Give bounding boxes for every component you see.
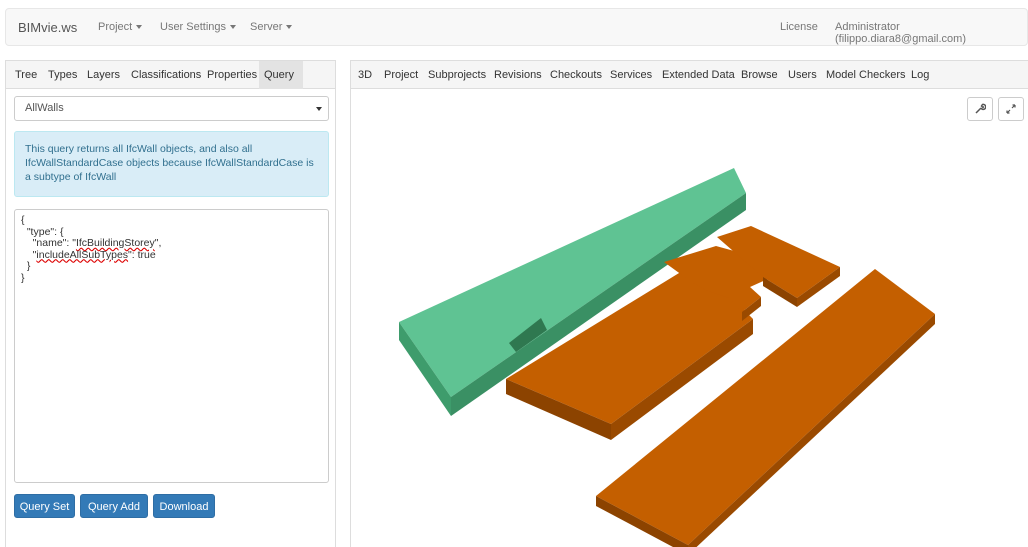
editor-line: "type": {	[21, 225, 64, 238]
caret-down-icon	[230, 25, 237, 30]
query-set-button[interactable]: Query Set	[14, 494, 75, 518]
brand-logo[interactable]: BIMvie.ws	[18, 20, 77, 35]
tab-query[interactable]: Query	[259, 61, 303, 89]
menu-user-settings[interactable]: User Settings	[160, 21, 237, 33]
tab-classifications[interactable]: Classifications	[126, 61, 206, 89]
editor-text: ",	[154, 237, 162, 249]
caret-down-icon	[316, 107, 322, 111]
left-panel: Tree Types Layers Classifications Proper…	[5, 60, 336, 547]
right-panel: 3D Project Subprojects Revisions Checkou…	[350, 60, 1028, 547]
editor-text: ": true	[128, 248, 156, 261]
tab-layers[interactable]: Layers	[82, 61, 125, 89]
tab-extended-data[interactable]: Extended Data	[662, 61, 735, 89]
user-menu[interactable]: Administrator (filippo.diara8@gmail.com)	[835, 21, 1027, 45]
query-add-button[interactable]: Query Add	[80, 494, 148, 518]
license-link[interactable]: License	[780, 21, 818, 33]
query-select-value: AllWalls	[25, 102, 64, 114]
tab-browse[interactable]: Browse	[741, 61, 778, 89]
download-button[interactable]: Download	[153, 494, 215, 518]
menu-project-label: Project	[98, 21, 133, 33]
query-description: This query returns all IfcWall objects, …	[14, 131, 329, 197]
editor-text: "	[21, 248, 37, 261]
menu-project[interactable]: Project	[98, 21, 143, 33]
tab-tree[interactable]: Tree	[10, 61, 42, 89]
editor-line: }	[21, 271, 25, 284]
editor-text: "name": "	[21, 237, 76, 249]
editor-line: }	[21, 260, 31, 272]
tab-subprojects[interactable]: Subprojects	[428, 61, 486, 89]
expand-icon[interactable]	[998, 97, 1024, 121]
query-editor[interactable]: { "type": { "name": "IfcBuildingStorey",…	[14, 209, 329, 483]
3d-viewport[interactable]	[351, 90, 1028, 547]
tab-project[interactable]: Project	[384, 61, 418, 89]
top-navbar: BIMvie.ws Project User Settings Server L…	[5, 8, 1028, 46]
left-tabbar: Tree Types Layers Classifications Proper…	[6, 61, 335, 89]
editor-spellcheck-word: IfcBuildingStorey	[75, 237, 155, 249]
editor-spellcheck-word: includeAllSubTypes	[36, 248, 129, 261]
editor-line: {	[21, 214, 25, 226]
menu-server[interactable]: Server	[250, 21, 293, 33]
caret-down-icon	[136, 25, 143, 30]
menu-server-label: Server	[250, 21, 283, 33]
tab-3d[interactable]: 3D	[358, 61, 372, 89]
tab-checkouts[interactable]: Checkouts	[550, 61, 602, 89]
expand-icon-glyph	[1006, 104, 1016, 114]
tab-log[interactable]: Log	[911, 61, 929, 89]
menu-user-settings-label: User Settings	[160, 21, 227, 33]
wrench-icon[interactable]	[967, 97, 993, 121]
tab-users[interactable]: Users	[788, 61, 817, 89]
right-tabbar: 3D Project Subprojects Revisions Checkou…	[351, 61, 1028, 89]
wrench-icon-glyph	[975, 103, 986, 114]
tab-types[interactable]: Types	[43, 61, 82, 89]
tab-revisions[interactable]: Revisions	[494, 61, 542, 89]
tab-services[interactable]: Services	[610, 61, 652, 89]
tab-model-checkers[interactable]: Model Checkers	[826, 61, 905, 89]
tab-properties[interactable]: Properties	[202, 61, 262, 89]
caret-down-icon	[286, 25, 293, 30]
query-select[interactable]: AllWalls	[14, 96, 329, 121]
